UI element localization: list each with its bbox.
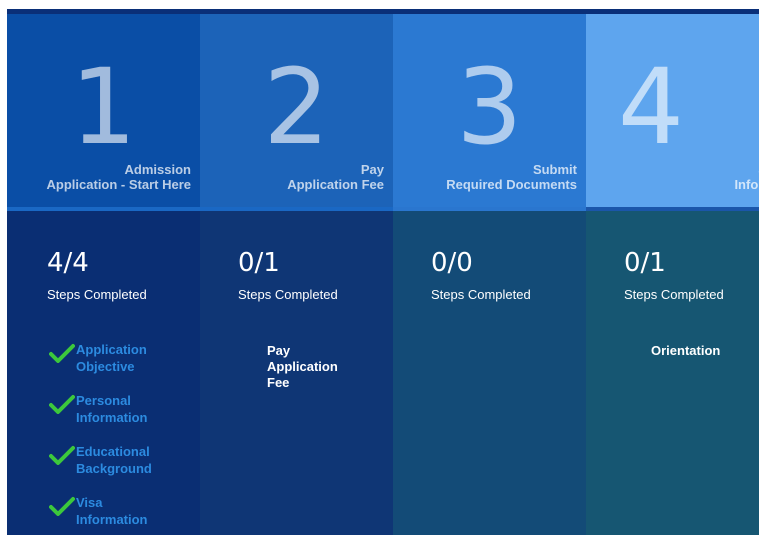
pending-task-list: Orientation <box>651 343 759 359</box>
task-label-line: Information <box>76 512 148 527</box>
task-label-line: Visa <box>76 495 103 510</box>
step-body-1: 4/4 Steps Completed Application Objectiv… <box>7 211 200 535</box>
task-label: Application Objective <box>76 341 147 375</box>
task-label-line: Personal <box>76 393 131 408</box>
step-title-line: Application - Start Here <box>46 177 191 192</box>
step-number: 2 <box>263 46 330 168</box>
checkmark-icon <box>49 395 75 414</box>
step-column-4: 4 Sign u Informatio 0/1 Steps Completed … <box>586 14 759 535</box>
task-label-line: Fee <box>267 375 290 390</box>
pending-task-list: Pay Application Fee <box>267 343 377 391</box>
step-title: Admission Application - Start Here <box>47 162 191 192</box>
steps-completed-label: Steps Completed <box>624 287 724 302</box>
step-column-1: 1 Admission Application - Start Here 4/4… <box>7 14 200 535</box>
task-label-line: Background <box>76 461 152 476</box>
task-application-objective[interactable]: Application Objective <box>49 341 199 392</box>
steps-count: 0/1 <box>624 248 666 278</box>
step-title-line: Sign u <box>678 162 759 177</box>
step-header-4[interactable]: 4 Sign u Informatio <box>586 14 759 207</box>
step-title-line: Admission <box>124 162 191 177</box>
step-title: Submit Required Documents <box>446 162 577 192</box>
task-personal-information[interactable]: Personal Information <box>49 392 199 443</box>
task-label-line: Objective <box>76 359 135 374</box>
step-body-2: 0/1 Steps Completed Pay Application Fee <box>200 211 393 535</box>
task-label-line: Application <box>267 359 338 374</box>
step-number: 1 <box>70 46 137 168</box>
task-visa-information[interactable]: Visa Information <box>49 494 199 535</box>
task-pay-application-fee[interactable]: Pay Application Fee <box>267 343 377 391</box>
task-label-line: Pay <box>267 343 291 358</box>
enrollment-steps-dashboard: 1 Admission Application - Start Here 4/4… <box>0 0 759 535</box>
step-title-line: Submit <box>532 162 577 177</box>
step-title-line: Pay <box>360 162 384 177</box>
step-title-line: Required Documents <box>446 177 577 192</box>
checkmark-icon <box>49 446 75 465</box>
step-body-4: 0/1 Steps Completed Orientation <box>586 211 759 535</box>
step-header-1[interactable]: 1 Admission Application - Start Here <box>7 14 200 207</box>
completed-task-list: Application Objective Personal Informati… <box>49 341 199 535</box>
steps-completed-label: Steps Completed <box>47 287 147 302</box>
checkmark-icon <box>49 344 75 363</box>
task-educational-background[interactable]: Educational Background <box>49 443 199 494</box>
step-column-2: 2 Pay Application Fee 0/1 Steps Complete… <box>200 14 393 535</box>
step-number: 4 <box>617 46 684 168</box>
steps-completed-label: Steps Completed <box>238 287 338 302</box>
steps-count: 0/0 <box>431 248 473 278</box>
steps-count: 0/1 <box>238 248 280 278</box>
step-title-line: Informatio <box>734 177 759 192</box>
step-title: Sign u Informatio <box>678 162 759 192</box>
task-label-line: Educational <box>76 444 150 459</box>
checkmark-icon <box>49 497 75 516</box>
task-label-line: Application <box>76 342 147 357</box>
steps-completed-label: Steps Completed <box>431 287 531 302</box>
task-label: Educational Background <box>76 443 152 477</box>
step-title-line: Application Fee <box>287 177 384 192</box>
step-title: Pay Application Fee <box>287 162 384 192</box>
task-label-line: Information <box>76 410 148 425</box>
task-orientation[interactable]: Orientation <box>651 343 759 359</box>
left-margin <box>0 0 7 535</box>
task-label: Personal Information <box>76 392 148 426</box>
step-body-3: 0/0 Steps Completed <box>393 211 586 535</box>
task-label: Visa Information <box>76 494 148 528</box>
steps-count: 4/4 <box>47 248 89 278</box>
step-header-2[interactable]: 2 Pay Application Fee <box>200 14 393 207</box>
task-label-line: Orientation <box>651 343 721 358</box>
